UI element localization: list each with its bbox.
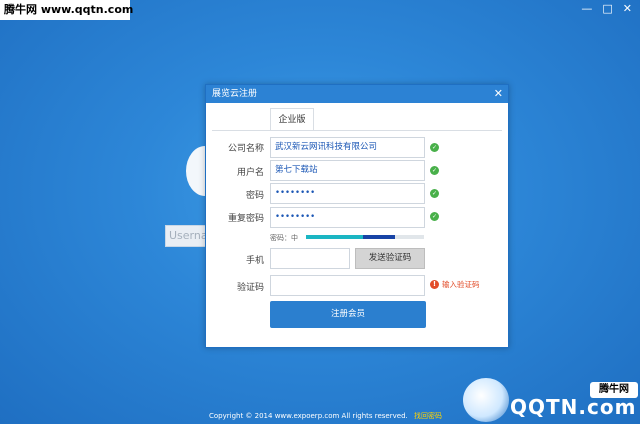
register-dialog: 展览云注册 ✕ 企业版 公司名称 武汉新云网讯科技有限公司 ✓ 用户名 第七下载… [205,84,509,348]
phone-label: 手机 [245,256,264,266]
password-strength-fill [306,235,395,239]
username-check-icon: ✓ [430,166,439,175]
warning-icon: ! [430,280,439,289]
confirm-password-label: 重复密码 [227,214,264,224]
verify-code-warning: ! 输入验证码 [430,279,480,290]
tab-enterprise[interactable]: 企业版 [270,108,314,131]
dialog-title: 展览云注册 [212,89,258,99]
username-label: 用户名 [236,168,264,178]
company-field[interactable]: 武汉新云网讯科技有限公司 [270,137,425,158]
qqtn-badge: 腾牛网 [590,382,638,398]
register-button[interactable]: 注册会员 [270,301,426,328]
confirm-password-check-icon: ✓ [430,212,439,221]
company-label: 公司名称 [227,144,264,154]
dialog-titlebar: 展览云注册 ✕ [206,85,508,103]
maximize-icon[interactable]: □ [602,2,612,15]
copyright-text: Copyright © 2014 www.expoerp.com All rig… [209,412,408,420]
username-field[interactable]: 第七下载站 [270,160,425,181]
dialog-close-icon[interactable]: ✕ [494,85,503,103]
password-field[interactable]: •••••••• [270,183,425,204]
qqtn-logo-icon [463,378,509,422]
close-icon[interactable]: ✕ [623,2,632,15]
watermark-text: 腾牛网 www.qqtn.com [0,0,133,20]
verify-code-label: 验证码 [236,283,264,293]
qqtn-logo-text: QQTN.com [510,395,637,419]
password-label: 密码 [245,191,264,201]
verify-code-field[interactable] [270,275,425,296]
warning-text: 输入验证码 [442,280,480,289]
send-code-button[interactable]: 发送验证码 [355,248,425,269]
phone-field[interactable] [270,248,350,269]
tab-divider [212,130,502,131]
recover-password-link[interactable]: 找回密码 [414,412,442,420]
footer: Copyright © 2014 www.expoerp.com All rig… [209,411,442,421]
confirm-password-field[interactable]: •••••••• [270,207,425,228]
password-check-icon: ✓ [430,189,439,198]
company-check-icon: ✓ [430,143,439,152]
window-controls: — □ ✕ [581,2,632,15]
minimize-icon[interactable]: — [581,2,592,15]
password-strength-label: 密码：中 [270,234,298,242]
password-strength-bar [306,235,424,239]
